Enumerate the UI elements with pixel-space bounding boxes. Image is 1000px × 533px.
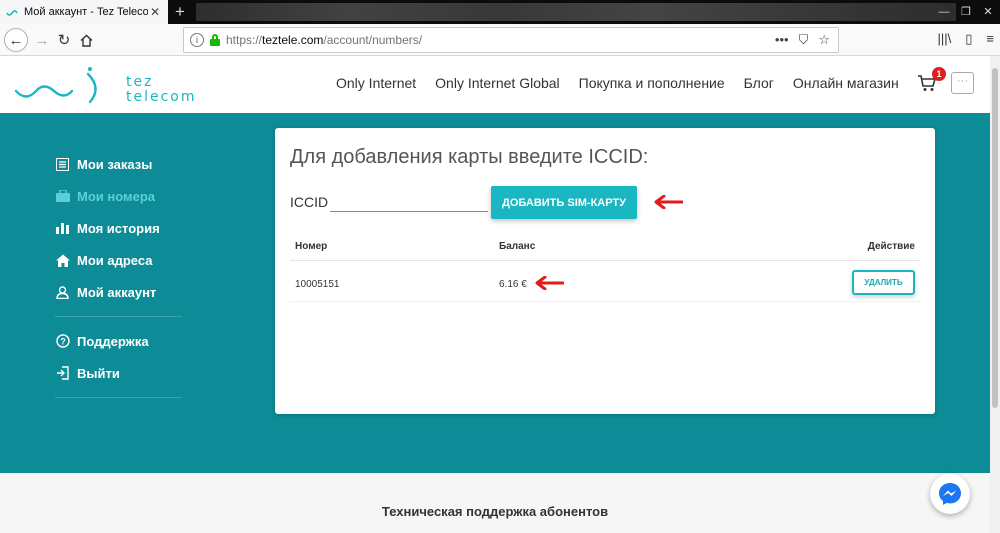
row-number: 10005151 [295,279,340,290]
delete-button[interactable]: УДАЛИТЬ [852,270,915,295]
column-header-number: Номер [295,241,328,252]
messenger-icon [939,483,961,505]
main-menu: Only Internet Only Internet Global Покуп… [336,75,918,91]
hamburger-menu-icon[interactable]: ≡ [986,31,994,47]
sidebar-item-numbers[interactable]: Мои номера [55,180,182,212]
footer: Техническая поддержка абонентов [0,473,990,533]
minimize-icon[interactable]: — [936,0,952,24]
url-actions: ••• ⛉ ☆ [775,32,838,48]
browser-tab[interactable]: Мой аккаунт - Tez Telecom ✕ [0,0,168,24]
tez-telecom-logo[interactable]: tez telecom [14,64,224,106]
svg-text:?: ? [60,337,66,347]
footer-support-heading: Техническая поддержка абонентов [381,504,609,519]
card-title: Для добавления карты введите ICCID: [290,146,649,168]
sidebar-item-label: Поддержка [77,333,149,349]
page-scrollbar[interactable] [990,56,1000,533]
reload-button[interactable]: ↻ [52,28,76,52]
user-icon [55,285,70,300]
list-icon [55,157,70,172]
url-text[interactable]: https://teztele.com/account/numbers/ [226,33,422,47]
scrollbar-thumb[interactable] [992,68,998,408]
help-icon: ? [55,334,70,349]
back-arrow-icon: ← [8,31,24,49]
library-icon[interactable]: |||\ [938,31,952,47]
menu-item-only-internet[interactable]: Only Internet [336,75,416,91]
menu-item-online-store[interactable]: Онлайн магазин [793,75,899,91]
red-arrow-annotation [535,276,564,290]
browser-toolbar-right: |||\ ▯ ≡ [938,31,995,47]
sidebar-item-label: Мои адреса [77,252,153,268]
menu-item-blog[interactable]: Блог [744,75,774,91]
sim-card-icon [55,189,70,204]
browser-nav-bar: ← → ↻ i https://teztele.com/account/numb… [0,24,1000,56]
blurred-tabs [196,3,956,21]
site-header: tez telecom Only Internet Only Internet … [0,56,990,113]
logo-word-tez: tez [126,74,153,90]
browser-tab-bar: Мой аккаунт - Tez Telecom ✕ + — ❐ ✕ [0,0,1000,24]
sidebar-divider [55,397,182,398]
logo-word-telecom: telecom [126,89,197,105]
home-button[interactable] [74,28,98,52]
menu-item-purchase[interactable]: Покупка и пополнение [579,75,725,91]
menu-item-only-internet-global[interactable]: Only Internet Global [435,75,560,91]
bookmark-star-icon[interactable]: ☆ [818,32,830,48]
sidebar-toggle-icon[interactable]: ▯ [965,31,972,47]
column-header-balance: Баланс [499,241,536,252]
column-header-action: Действие [867,241,915,252]
table-row: 10005151 6.16 € УДАЛИТЬ [290,266,920,302]
sidebar-item-addresses[interactable]: Мои адреса [55,244,182,276]
tab-title: Мой аккаунт - Tez Telecom [24,6,148,18]
new-tab-button[interactable]: + [170,2,190,22]
cart-count-badge: 1 [932,67,946,81]
site-favicon-icon [6,10,18,16]
back-button[interactable]: ← [4,28,28,52]
sidebar-item-support[interactable]: ? Поддержка [55,325,182,357]
sidebar-item-logout[interactable]: Выйти [55,357,182,389]
home-nav-icon [80,34,92,47]
bar-chart-icon [55,221,70,236]
window-close-icon[interactable]: ✕ [980,0,996,24]
url-bar[interactable]: i https://teztele.com/account/numbers/ •… [183,27,839,53]
add-card-panel: Для добавления карты введите ICCID: ICCI… [275,128,935,414]
account-sidebar: Мои заказы Мои номера Моя история Мои ад… [55,148,182,406]
sidebar-divider [55,316,182,317]
sidebar-item-history[interactable]: Моя история [55,212,182,244]
numbers-table-header: Номер Баланс Действие [290,233,920,261]
messenger-chat-button[interactable] [930,474,970,514]
sidebar-item-orders[interactable]: Мои заказы [55,148,182,180]
site-info-icon[interactable]: i [190,33,204,47]
add-sim-card-button[interactable]: ДОБАВИТЬ SIM-КАРТУ [491,186,637,219]
sidebar-item-account[interactable]: Мой аккаунт [55,276,182,308]
page-actions-icon[interactable]: ••• [775,32,789,48]
tab-close-icon[interactable]: ✕ [148,5,162,19]
sidebar-item-label: Мои номера [77,188,156,204]
sidebar-item-label: Моя история [77,220,160,236]
iccid-input[interactable] [330,190,488,212]
pocket-icon[interactable]: ⛉ [799,32,809,48]
more-button[interactable]: ··· [951,72,974,94]
row-balance: 6.16 € [499,279,527,290]
sidebar-item-label: Мои заказы [77,156,153,172]
forward-button[interactable]: → [30,28,54,52]
forward-arrow-icon: → [34,31,50,49]
sidebar-item-label: Мой аккаунт [77,284,157,300]
maximize-icon[interactable]: ❐ [958,0,974,24]
reload-icon: ↻ [57,32,71,49]
lock-icon[interactable] [210,34,220,46]
sidebar-item-label: Выйти [77,365,120,381]
iccid-label: ICCID [290,194,329,210]
home-icon [55,253,70,268]
logout-icon [55,366,70,381]
red-arrow-annotation [654,195,683,209]
